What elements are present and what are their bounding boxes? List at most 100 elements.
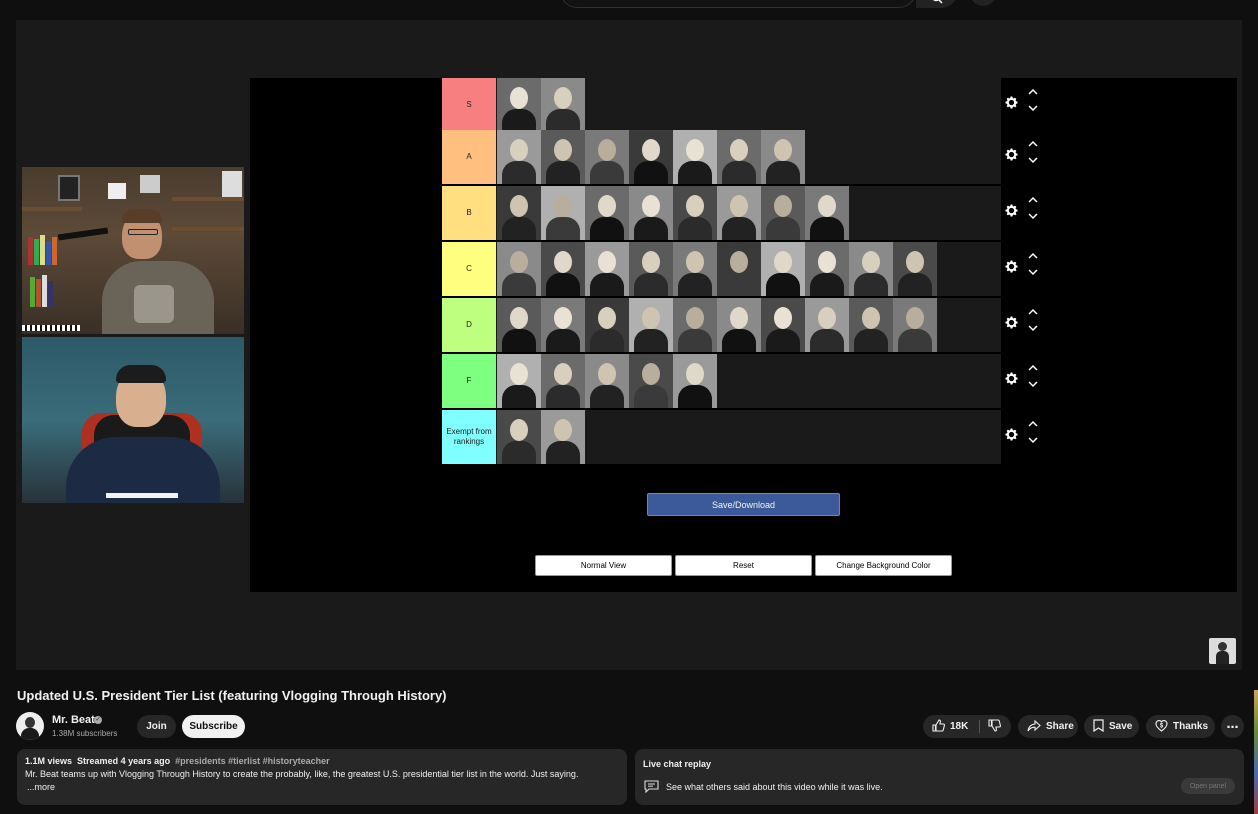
president-portrait[interactable] (585, 354, 629, 408)
channel-watermark[interactable] (1209, 638, 1236, 664)
president-portrait[interactable] (629, 130, 673, 184)
president-portrait[interactable] (541, 130, 585, 184)
president-portrait[interactable] (585, 130, 629, 184)
president-portrait[interactable] (673, 298, 717, 352)
sidebar-thumbnail-edge[interactable] (1254, 690, 1258, 814)
tier-label[interactable]: S (442, 78, 496, 132)
voice-search-button[interactable] (970, 0, 996, 6)
gear-icon[interactable] (1004, 203, 1020, 219)
president-portrait[interactable] (717, 298, 761, 352)
change-background-color-button[interactable]: Change Background Color (815, 555, 952, 576)
tier-row: A (442, 130, 1001, 184)
reset-button[interactable]: Reset (675, 555, 812, 576)
president-portrait[interactable] (761, 186, 805, 240)
gear-icon[interactable] (1004, 95, 1020, 111)
tier-label[interactable]: Exempt from rankings (442, 410, 496, 464)
save-download-button[interactable]: Save/Download (647, 493, 840, 516)
president-portrait[interactable] (497, 78, 541, 132)
description-box[interactable]: 1.1M views Streamed 4 years ago #preside… (17, 749, 627, 805)
president-portrait[interactable] (541, 78, 585, 132)
president-portrait[interactable] (585, 298, 629, 352)
gear-icon[interactable] (1004, 371, 1020, 387)
president-portrait[interactable] (629, 242, 673, 296)
tier-label[interactable]: D (442, 298, 496, 352)
chevron-up-icon[interactable] (1028, 251, 1040, 261)
thumbs-up-icon[interactable] (932, 719, 945, 734)
chevron-down-icon[interactable] (1028, 212, 1040, 222)
president-portrait[interactable] (849, 298, 893, 352)
president-portrait[interactable] (629, 298, 673, 352)
president-portrait[interactable] (893, 298, 937, 352)
president-portrait[interactable] (497, 186, 541, 240)
chevron-down-icon[interactable] (1028, 268, 1040, 278)
chevron-down-icon[interactable] (1028, 380, 1040, 390)
president-portrait[interactable] (673, 354, 717, 408)
president-portrait[interactable] (673, 242, 717, 296)
live-chat-description: See what others said about this video wh… (666, 782, 883, 792)
president-portrait[interactable] (585, 186, 629, 240)
president-portrait[interactable] (805, 186, 849, 240)
chevron-up-icon[interactable] (1028, 419, 1040, 429)
thumbs-down-icon[interactable] (988, 719, 1002, 734)
president-portrait[interactable] (541, 354, 585, 408)
normal-view-button[interactable]: Normal View (535, 555, 672, 576)
chevron-up-icon[interactable] (1028, 139, 1040, 149)
portrait-suit (634, 217, 668, 240)
open-panel-button[interactable]: Open panel (1181, 778, 1235, 794)
more-actions-button[interactable]: ⋯ (1221, 715, 1244, 738)
like-count[interactable]: 18K (950, 721, 968, 732)
president-portrait[interactable] (629, 354, 673, 408)
gear-icon[interactable] (1004, 147, 1020, 163)
chevron-up-icon[interactable] (1028, 363, 1040, 373)
president-portrait[interactable] (893, 242, 937, 296)
president-portrait[interactable] (805, 242, 849, 296)
president-portrait[interactable] (761, 242, 805, 296)
tier-label[interactable]: A (442, 130, 496, 184)
chevron-down-icon[interactable] (1028, 156, 1040, 166)
gear-icon[interactable] (1004, 315, 1020, 331)
president-portrait[interactable] (497, 354, 541, 408)
president-portrait[interactable] (673, 186, 717, 240)
president-portrait[interactable] (497, 410, 541, 464)
channel-name[interactable]: Mr. Beat (52, 714, 95, 726)
chevron-down-icon[interactable] (1028, 436, 1040, 446)
president-portrait[interactable] (761, 130, 805, 184)
share-button[interactable]: Share (1018, 715, 1078, 738)
save-button[interactable]: Save (1084, 715, 1139, 738)
tier-label[interactable]: F (442, 354, 496, 408)
portrait-suit (546, 441, 580, 464)
hashtags[interactable]: #presidents #tierlist #historyteacher (175, 756, 330, 766)
president-portrait[interactable] (497, 298, 541, 352)
president-portrait[interactable] (541, 242, 585, 296)
chevron-down-icon[interactable] (1028, 104, 1040, 114)
chevron-up-icon[interactable] (1028, 307, 1040, 317)
president-portrait[interactable] (761, 298, 805, 352)
president-portrait[interactable] (541, 410, 585, 464)
tier-label[interactable]: C (442, 242, 496, 296)
gear-icon[interactable] (1004, 259, 1020, 275)
president-portrait[interactable] (541, 298, 585, 352)
search-input[interactable] (560, 0, 916, 8)
tier-label[interactable]: B (442, 186, 496, 240)
join-button[interactable]: Join (137, 715, 176, 738)
chevron-down-icon[interactable] (1028, 324, 1040, 334)
president-portrait[interactable] (629, 186, 673, 240)
president-portrait[interactable] (717, 186, 761, 240)
gear-icon[interactable] (1004, 427, 1020, 443)
channel-avatar[interactable] (16, 712, 44, 740)
president-portrait[interactable] (541, 186, 585, 240)
president-portrait[interactable] (849, 242, 893, 296)
president-portrait[interactable] (717, 242, 761, 296)
president-portrait[interactable] (497, 130, 541, 184)
chevron-up-icon[interactable] (1028, 195, 1040, 205)
search-button[interactable] (916, 0, 958, 8)
show-more-link[interactable]: ...more (27, 782, 619, 792)
president-portrait[interactable] (673, 130, 717, 184)
chevron-up-icon[interactable] (1028, 87, 1040, 97)
thanks-button[interactable]: $ Thanks (1146, 715, 1215, 738)
president-portrait[interactable] (497, 242, 541, 296)
president-portrait[interactable] (805, 298, 849, 352)
president-portrait[interactable] (717, 130, 761, 184)
president-portrait[interactable] (585, 242, 629, 296)
subscribe-button[interactable]: Subscribe (182, 715, 245, 738)
